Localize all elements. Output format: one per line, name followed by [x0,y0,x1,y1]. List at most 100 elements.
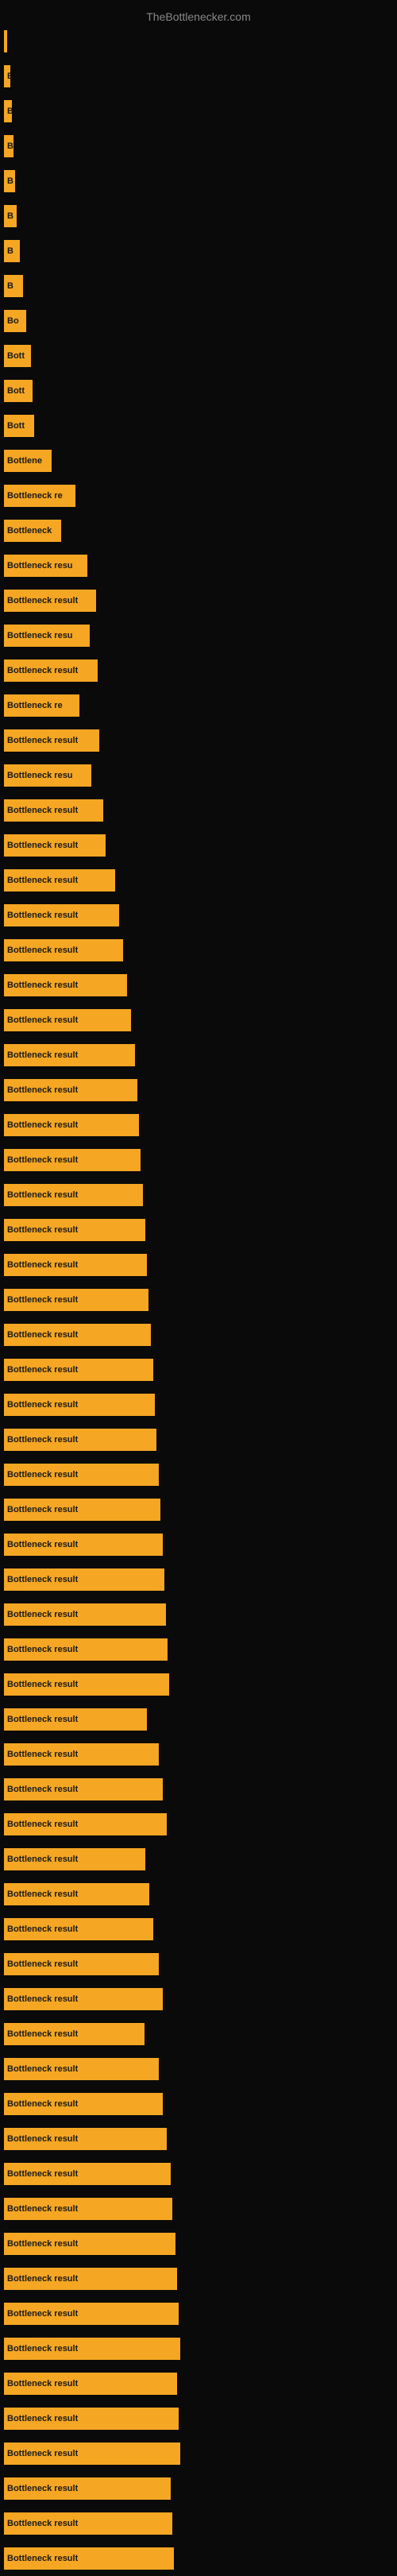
bar-label: Bottleneck re [7,701,63,710]
bars-container: BBBBBBBBoBottBottBottBottleneBottleneck … [0,24,397,2576]
bar-label: Bottleneck result [7,1540,78,1549]
bar-label: Bottleneck result [7,2239,78,2249]
bar-label: Bottleneck result [7,1260,78,1270]
bar: Bott [4,415,34,437]
bar-row: Bottleneck re [4,478,397,513]
bar: Bottleneck result [4,590,96,612]
bar-label: B [7,106,12,116]
bar-label: Bottleneck resu [7,561,73,571]
bar: Bottleneck result [4,1289,148,1311]
bar-row: Bottleneck result [4,1073,397,1108]
bar-label: Bottleneck result [7,1680,78,1689]
bar-label: Bott [7,421,25,431]
bar-label: Bottleneck result [7,1085,78,1095]
bar-label: Bottleneck result [7,1190,78,1200]
bar-label: Bottleneck result [7,2029,78,2039]
bar-label: Bott [7,351,25,361]
bar: Bottleneck result [4,2443,180,2465]
bar-row: Bottleneck result [4,2366,397,2401]
bar: Bottleneck result [4,1359,153,1381]
bar-label: Bottleneck result [7,1645,78,1654]
bar-row: Bottleneck result [4,1003,397,1038]
bar-row: Bottleneck result [4,2331,397,2366]
bar-label: Bottleneck re [7,491,63,501]
bar-row: Bottleneck result [4,2506,397,2541]
bar: Bottleneck result [4,2163,171,2185]
bar-label: Bottleneck result [7,1889,78,1899]
bar-row: Bottleneck result [4,2401,397,2436]
bar-label: Bottleneck result [7,2379,78,2388]
bar-row: Bottleneck result [4,1562,397,1597]
bar-label: Bottleneck result [7,1575,78,1584]
bar: Bottleneck result [4,659,98,682]
bar-label: Bottleneck result [7,1400,78,1410]
bar: Bottleneck result [4,1184,143,1206]
bar-row: Bottleneck result [4,1457,397,1492]
bar-label: Bottleneck result [7,2519,78,2528]
bar: Bottleneck resu [4,764,91,787]
bar: Bottleneck result [4,1499,160,1521]
bar-label: Bottleneck result [7,2134,78,2144]
bar: Bottleneck result [4,2373,177,2395]
bar-row: Bottleneck result [4,2471,397,2506]
bar-row: Bottleneck result [4,968,397,1003]
bar-row: Bottleneck result [4,1492,397,1527]
bar-row: Bottleneck result [4,1842,397,1877]
bar: Bottleneck result [4,2198,172,2220]
bar-row: Bottleneck result [4,1178,397,1213]
bar-row: Bottleneck resu [4,618,397,653]
bar-row: Bottleneck resu [4,758,397,793]
bar-row: Bottleneck result [4,2261,397,2296]
bar-label: Bottleneck result [7,981,78,990]
bar-label: B [7,141,13,151]
bar-row: B [4,269,397,304]
bar-label: Bottleneck result [7,1855,78,1864]
bar-label: Bottleneck resu [7,631,73,640]
bar-row: Bottleneck result [4,2296,397,2331]
bar: Bottleneck result [4,2058,159,2080]
bar-row: Bottleneck result [4,1702,397,1737]
bar-row: Bottleneck result [4,898,397,933]
bar: Bottleneck result [4,1638,168,1661]
bar-row: Bottleneck result [4,793,397,828]
bar-row: Bottleneck result [4,1247,397,1282]
bar-row: B [4,129,397,164]
bar-row: Bottleneck result [4,1387,397,1422]
bar: Bottleneck result [4,1743,159,1766]
bar-label: Bottleneck result [7,841,78,850]
bar: Bottleneck result [4,1324,151,1346]
bar-label: Bo [7,316,19,326]
bar-row: Bottlene [4,443,397,478]
bar-row: Bottleneck resu [4,548,397,583]
bar-row: Bottleneck result [4,1947,397,1982]
bar-row: Bottleneck result [4,1597,397,1632]
bar: Bottleneck result [4,2233,175,2255]
bar-label: Bottleneck result [7,2309,78,2319]
bar-row: Bottleneck result [4,1737,397,1772]
bar-label: Bottleneck result [7,596,78,605]
bar-row: Bottleneck result [4,2191,397,2226]
bar-row: Bottleneck result [4,653,397,688]
bar: B [4,275,23,297]
bar-row: Bo [4,304,397,338]
bar: Bottleneck result [4,1009,131,1031]
bar: Bottleneck result [4,1778,163,1800]
bar-label: Bottleneck result [7,1715,78,1724]
bar: Bottleneck result [4,2303,179,2325]
bar: Bottleneck result [4,904,119,926]
bar-label: Bottleneck result [7,1365,78,1375]
bar: B [4,65,10,87]
bar-label: B [7,246,13,256]
bar-row: B [4,199,397,234]
bar-label: Bottleneck result [7,736,78,745]
bar-label: Bottleneck result [7,876,78,885]
bar: Bottleneck result [4,1813,167,1835]
bar-label: Bottleneck result [7,1820,78,1829]
bar: B [4,170,15,192]
bar-row: Bottleneck result [4,1527,397,1562]
bar: Bottleneck result [4,2338,180,2360]
bar [4,30,7,52]
bar: Bottleneck result [4,1114,139,1136]
bar-label: Bottleneck result [7,1505,78,1514]
bar-row: Bottleneck result [4,1213,397,1247]
